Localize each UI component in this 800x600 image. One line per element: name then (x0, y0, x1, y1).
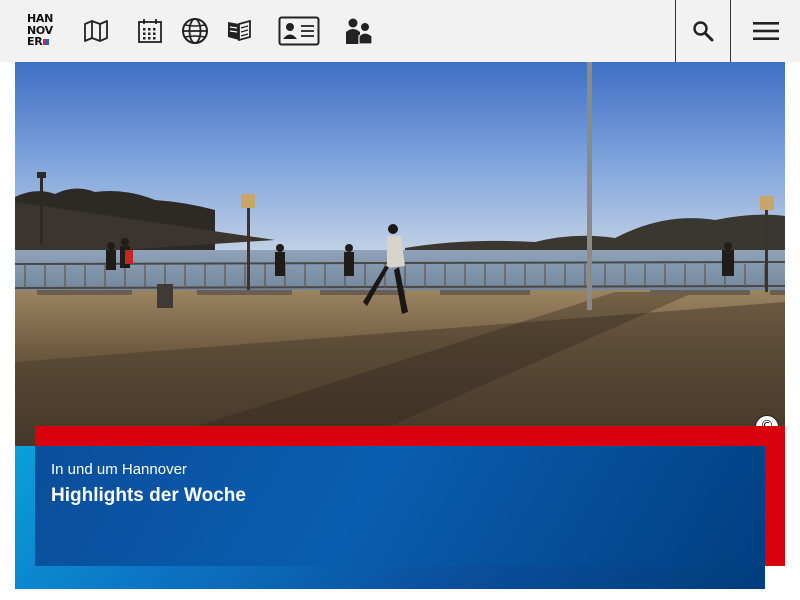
calendar-icon[interactable] (136, 16, 164, 46)
search-icon (693, 21, 714, 42)
logo-line-3: ER (27, 36, 55, 48)
logo-line-3-text: ER (27, 35, 43, 48)
hero-image (15, 62, 785, 446)
teaser-headline[interactable]: Highlights der Woche (51, 485, 246, 507)
id-card-icon[interactable] (277, 16, 321, 46)
map-icon[interactable] (82, 16, 110, 46)
teaser-kicker: In und um Hannover (51, 461, 187, 478)
menu-button[interactable] (730, 0, 800, 62)
people-icon[interactable] (343, 16, 375, 46)
book-icon[interactable] (226, 16, 252, 46)
logo-line-1: HAN (27, 12, 54, 25)
hamburger-menu-icon (752, 22, 779, 40)
globe-icon[interactable] (180, 16, 210, 46)
logo-mark (43, 39, 50, 45)
search-button[interactable] (675, 0, 730, 62)
site-header: HAN NOV ER (0, 0, 800, 62)
hannover-logo[interactable]: HAN NOV ER (27, 13, 55, 49)
